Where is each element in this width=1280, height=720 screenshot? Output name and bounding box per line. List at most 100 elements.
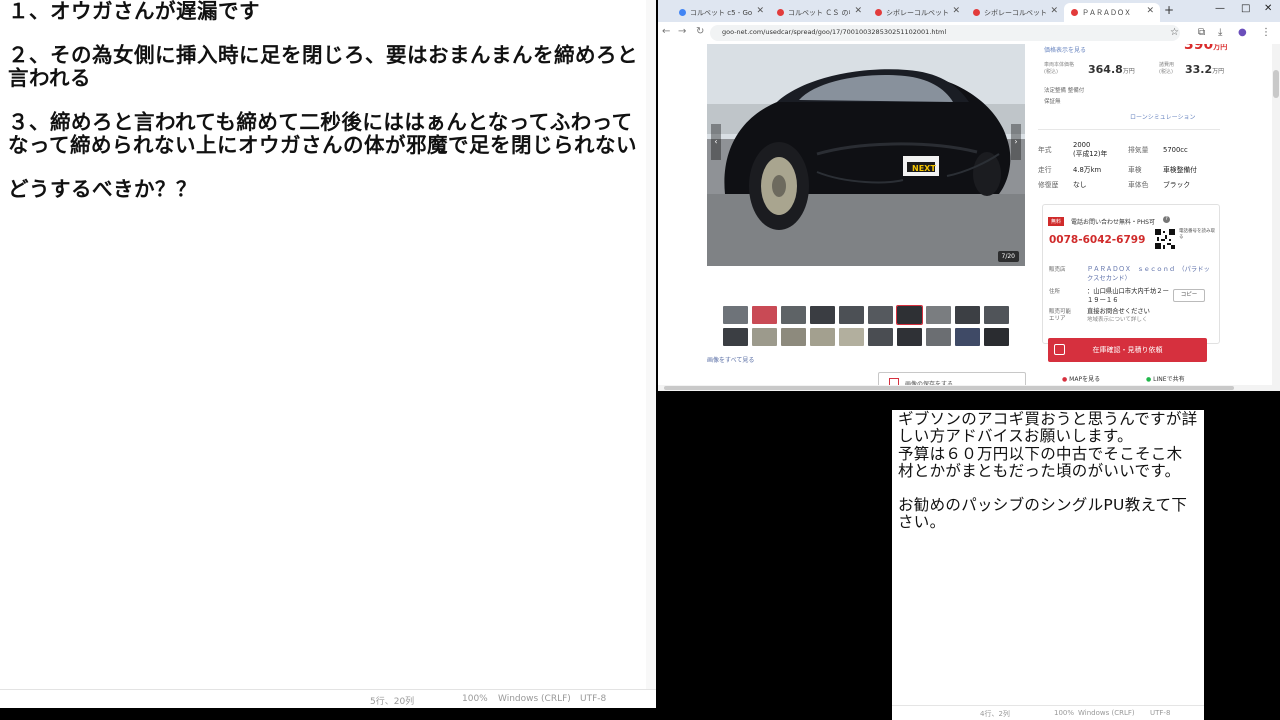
listing-page: NEXT ‹ › 7/20 画像をすべて見る 価格表示を見る 390万円 車両本… [658, 44, 1280, 391]
left-vertical-scrollbar[interactable] [646, 0, 656, 690]
thumbnail[interactable] [926, 328, 951, 346]
area-info-link[interactable]: 地域表示について詳しく [1087, 316, 1147, 325]
seller-name-link[interactable]: ＰＡＲＡＤＯＸ ｓｅｃｏｎｄ （パラドックスセカンド） [1087, 265, 1215, 283]
tab-paradox[interactable]: ＰＡＲＡＤＯＸ ✕ [1064, 3, 1160, 22]
phone-number[interactable]: 0078-6042-6799 [1049, 234, 1145, 246]
new-tab-plus-icon[interactable]: + [1164, 3, 1174, 17]
loan-simulation-link[interactable]: ローンシミュレーション [1130, 112, 1195, 121]
left-notepad-window[interactable]: １、オウガさんが遅漏です ２、その為女側に挿入時に足を閉じろ、要はおまんまんを締… [0, 0, 656, 708]
thumbnail[interactable] [839, 328, 864, 346]
base-price-label: 車両本体価格 (税込) [1044, 62, 1074, 76]
page-vertical-scrollbar[interactable] [1272, 44, 1280, 391]
maximize-button[interactable]: □ [1241, 3, 1250, 14]
phone-label: 電話お問い合わせ無料・PHS可 [1071, 219, 1155, 226]
area-label: 販売可能 エリア [1049, 309, 1071, 322]
thumbnail[interactable] [810, 328, 835, 346]
price-display-link[interactable]: 価格表示を見る [1044, 45, 1086, 54]
stock-inquiry-button[interactable]: 在庫確認・見積り依頼 [1048, 338, 1207, 362]
url-bar[interactable]: goo-net.com/usedcar/spread/goo/17/700100… [710, 25, 1180, 41]
line-share-label: LINEで共有 [1153, 376, 1185, 383]
back-arrow-icon[interactable]: ← [662, 26, 670, 37]
qr-label: 電話番号を読み取る [1179, 229, 1215, 240]
tab-label: コルベット ＣＳ の中古車 [788, 9, 850, 17]
url-text[interactable]: goo-net.com/usedcar/spread/goo/17/700100… [722, 28, 946, 36]
thumbnail[interactable] [752, 306, 777, 324]
help-icon[interactable]: ? [1163, 216, 1170, 223]
thumbnail[interactable] [868, 328, 893, 346]
thumbnail[interactable] [955, 306, 980, 324]
thumbnail[interactable] [723, 328, 748, 346]
map-button-label: MAPを見る [1069, 376, 1101, 383]
address-toolbar: ← → ↻ goo-net.com/usedcar/spread/goo/17/… [658, 22, 1280, 45]
thumbnail[interactable] [723, 306, 748, 324]
minimize-button[interactable]: — [1215, 3, 1225, 14]
left-paragraph-1: １、オウガさんが遅漏です [8, 0, 260, 23]
thumbnail[interactable] [752, 328, 777, 346]
svg-text:NEXT: NEXT [912, 164, 936, 173]
page-scroll-thumb[interactable] [1273, 70, 1279, 98]
tab-label: コルベット c5 - Google 検索 [690, 9, 752, 17]
close-icon[interactable]: ✕ [854, 6, 862, 16]
spec-inspection-value: 車検整備付 [1163, 166, 1197, 174]
tab-corvette-used[interactable]: コルベット ＣＳ の中古車 ✕ [770, 3, 868, 22]
forward-arrow-icon[interactable]: → [678, 26, 686, 37]
car-photo[interactable]: NEXT ‹ › 7/20 [707, 44, 1025, 266]
all-photos-link[interactable]: 画像をすべて見る [707, 355, 754, 364]
thumbnail[interactable] [897, 328, 922, 346]
free-call-badge: 無料 [1048, 217, 1065, 226]
thumbnail[interactable] [781, 328, 806, 346]
browser-window[interactable]: コルベット c5 - Google 検索 ✕ コルベット ＣＳ の中古車 ✕ シ… [658, 0, 1280, 391]
download-icon[interactable]: ⤓ [1218, 27, 1222, 38]
left-status-zoom: 100% [462, 694, 488, 704]
close-icon[interactable]: ✕ [756, 6, 764, 16]
close-icon[interactable]: ✕ [952, 6, 960, 16]
spec-repair-label: 修復歴 [1038, 181, 1059, 189]
spec-mileage-label: 走行 [1038, 166, 1052, 174]
close-window-button[interactable]: ✕ [1264, 3, 1272, 14]
thumbnail-selected[interactable] [896, 305, 923, 325]
map-pin-icon: ● [1062, 376, 1068, 383]
right-notepad-window[interactable]: ギブソンのアコギ買おうと思うんですが詳しい方アドバイスお願いします。 予算は６０… [892, 410, 1204, 720]
thumbnail[interactable] [926, 306, 951, 324]
fees-label-line: 諸費用 [1159, 62, 1175, 68]
copy-address-button[interactable]: コピー [1173, 289, 1205, 302]
right-status-encoding: UTF-8 [1150, 709, 1171, 717]
tab-chevrolet-1[interactable]: シボレーコルベット ✕ [868, 3, 966, 22]
bookmark-star-icon[interactable]: ☆ [1170, 27, 1179, 38]
thumbnail[interactable] [984, 328, 1009, 346]
spec-repair-value: なし [1073, 181, 1087, 189]
menu-dots-icon[interactable]: ⋮ [1261, 27, 1271, 38]
fees-tax-note: (税込) [1159, 69, 1173, 75]
spec-mileage-value: 4.8万km [1073, 166, 1102, 174]
close-icon[interactable]: ✕ [1146, 6, 1154, 16]
tab-google-search[interactable]: コルベット c5 - Google 検索 ✕ [672, 3, 770, 22]
right-status-position: 4行、2列 [980, 710, 1010, 718]
tab-label: シボレーコルベット [984, 9, 1046, 17]
tab-chevrolet-2[interactable]: シボレーコルベット ✕ [966, 3, 1064, 22]
right-notepad-text-area[interactable]: ギブソンのアコギ買おうと思うんですが詳しい方アドバイスお願いします。 予算は６０… [898, 410, 1198, 549]
page-horizontal-scroll-thumb[interactable] [664, 386, 1234, 390]
next-photo-arrow-icon[interactable]: › [1011, 124, 1021, 160]
thumbnail[interactable] [839, 306, 864, 324]
thumbnail[interactable] [955, 328, 980, 346]
thumbnail[interactable] [810, 306, 835, 324]
left-status-position: 5行、20列 [370, 697, 415, 707]
thumbnail[interactable] [781, 306, 806, 324]
thumbnail[interactable] [868, 306, 893, 324]
left-notepad-text-area[interactable]: １、オウガさんが遅漏です ２、その為女側に挿入時に足を閉じろ、要はおまんまんを締… [8, 0, 648, 222]
area-label-line-1: 販売可能 [1049, 309, 1072, 315]
extension-icon[interactable]: ⧉ [1198, 27, 1205, 38]
profile-avatar-icon[interactable]: ● [1238, 27, 1247, 38]
fees-price: 33.2万円 [1185, 63, 1224, 76]
map-button[interactable]: ● MAPを見る [1062, 374, 1100, 383]
area-value: 直接お問合せください [1087, 308, 1150, 315]
prev-photo-arrow-icon[interactable]: ‹ [711, 124, 721, 160]
line-share-button[interactable]: ● LINEで共有 [1146, 374, 1185, 383]
right-paragraph-1: ギブソンのアコギ買おうと思うんですが詳しい方アドバイスお願いします。 予算は６０… [898, 410, 1198, 480]
spec-color-label: 車体色 [1128, 181, 1149, 189]
reload-icon[interactable]: ↻ [696, 26, 704, 37]
thumbnail[interactable] [984, 306, 1009, 324]
dealer-info-box: 無料 電話お問い合わせ無料・PHS可 ? 0078-6042-6799 電話番号… [1042, 204, 1220, 344]
page-horizontal-scrollbar[interactable] [658, 385, 1272, 391]
close-icon[interactable]: ✕ [1050, 6, 1058, 16]
